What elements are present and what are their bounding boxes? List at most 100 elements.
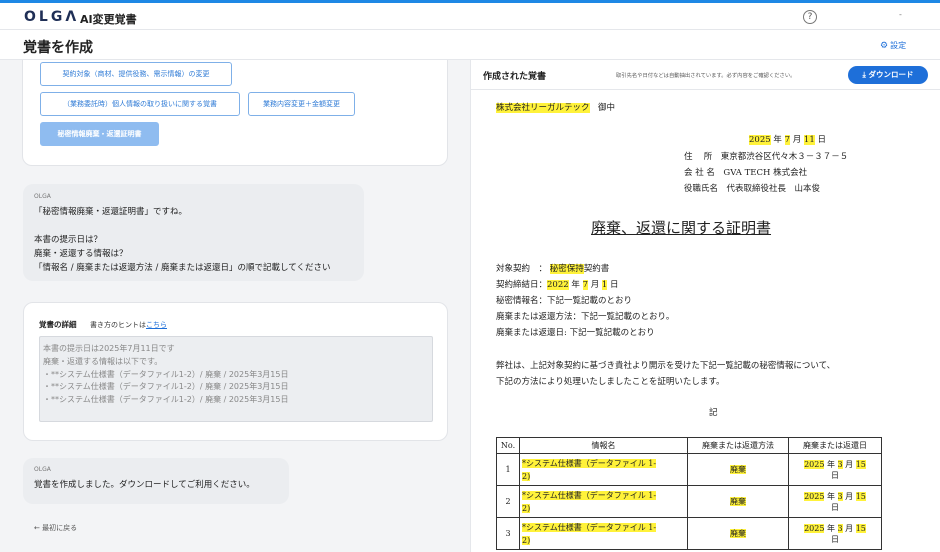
signed-label: 契約締結日： xyxy=(496,280,548,290)
choice-confidential-disposal-certificate[interactable]: 秘密情報廃棄・返還証明書 xyxy=(40,122,159,146)
choice-work-and-amount-change[interactable]: 業務内容変更＋金額変更 xyxy=(248,92,355,116)
unit-month: 月 xyxy=(590,280,600,290)
col-date: 廃棄または返還日 xyxy=(788,437,882,454)
document-panel-header: 作成された覚書 取引先名や日付などは自動抽出されています。必ず内容をご確認くださ… xyxy=(470,60,940,90)
row-date: 2025 年 3 月 15 日 xyxy=(788,485,882,518)
download-button[interactable]: ⤓ ダウンロード xyxy=(848,66,928,84)
table-row: 2 *システム仕様書（データファイル 1- 2) 廃棄 2025 年 3 月 15… xyxy=(496,485,882,518)
row-info-b: 2) xyxy=(522,535,531,545)
row-month: 3 xyxy=(837,523,843,533)
row-year: 2025 xyxy=(804,491,825,501)
row-info-b: 2) xyxy=(522,503,531,513)
addressee-suffix: 御中 xyxy=(598,103,616,113)
row-day-unit: 日 xyxy=(831,470,839,480)
message-sender: OLGA xyxy=(34,193,51,200)
choice-contract-target-change[interactable]: 契約対象（商材、提供役務、需示情報）の変更 xyxy=(40,62,232,86)
row-day-unit: 日 xyxy=(831,502,839,512)
company-value: GVA TECH 株式会社 xyxy=(723,168,808,178)
document-panel-title: 作成された覚書 xyxy=(483,72,547,82)
settings-link[interactable]: ⚙ 設定 xyxy=(880,40,906,51)
addressee-line: 株式会社リーガルテック 御中 xyxy=(496,101,615,113)
details-hint: 書き方のヒントはこちら xyxy=(90,320,167,330)
row-info-a: *システム仕様書（データファイル 1- xyxy=(522,490,657,500)
row-year: 2025 xyxy=(804,459,825,469)
officer-label: 役職氏名 xyxy=(684,184,719,194)
app-name: AI変更覚書 xyxy=(80,13,137,26)
company-label: 会 社 名 xyxy=(684,168,715,178)
table-row: 1 *システム仕様書（データファイル 1- 2) 廃棄 2025 年 3 月 15… xyxy=(496,453,882,486)
row-info-a: *システム仕様書（データファイル 1- xyxy=(522,458,657,468)
issue-month: 7 xyxy=(784,135,790,145)
address-line: 住 所 東京都渋谷区代々木３－３７－５ xyxy=(684,150,848,162)
disposal-table: No. 情報名 廃棄または返還方法 廃棄または返還日 1 *システム仕様書（デー… xyxy=(496,437,882,550)
olga-question-bubble: OLGA 「秘密情報廃棄・返還証明書」ですね。 本書の提示日は？ 廃棄・返還する… xyxy=(23,184,364,281)
document-preview[interactable]: 株式会社リーガルテック 御中 2025 年 7 月 11 日 住 所 東京都渋谷… xyxy=(470,90,940,552)
contract-label: 対象契約 ： xyxy=(496,264,548,274)
row-date: 2025 年 3 月 15 日 xyxy=(788,517,882,550)
chat-panel[interactable]: 契約対象（商材、提供役務、需示情報）の変更 （業務委託時）個人情報の取り扱いに関… xyxy=(0,60,470,552)
document-note: 取引先名や日付などは自動抽出されています。必ず内容をご確認ください。 xyxy=(616,73,796,79)
olga-logo[interactable]: OLGΛ xyxy=(24,9,79,25)
issue-year: 2025 xyxy=(749,135,771,145)
unit-month: 月 xyxy=(845,459,854,469)
row-month: 3 xyxy=(837,459,843,469)
page-bar: 覚書を作成 ⚙ 設定 xyxy=(0,30,940,60)
signed-year: 2022 xyxy=(547,280,569,290)
row-info: *システム仕様書（データファイル 1- 2) xyxy=(519,485,688,518)
officer-value: 代表取締役社長 山本俊 xyxy=(726,184,821,194)
unit-year: 年 xyxy=(773,135,782,145)
choice-personal-info-memo[interactable]: （業務委託時）個人情報の取り扱いに関する覚書 xyxy=(40,92,240,116)
issue-day: 11 xyxy=(803,135,815,145)
method-line: 廃棄または返還方法：下記一覧記載のとおり。 xyxy=(496,312,675,322)
olga-done-bubble: OLGA 覚書を作成しました。ダウンロードしてご利用ください。 xyxy=(23,458,289,504)
row-method-value: 廃棄 xyxy=(730,529,746,538)
settings-label: 設定 xyxy=(890,41,907,50)
page-title: 覚書を作成 xyxy=(23,40,93,56)
row-info-a: *システム仕様書（データファイル 1- xyxy=(522,522,657,532)
contract-highlight: 秘密保持 xyxy=(549,264,584,274)
row-method-value: 廃棄 xyxy=(730,465,746,474)
help-icon[interactable]: ? xyxy=(803,10,817,24)
row-year: 2025 xyxy=(804,523,825,533)
row-info: *システム仕様書（データファイル 1- 2) xyxy=(519,453,688,486)
row-no: 2 xyxy=(496,485,520,518)
contract-rest: 契約書 xyxy=(583,264,610,274)
col-info-name: 情報名 xyxy=(519,437,688,454)
officer-line: 役職氏名 代表取締役社長 山本俊 xyxy=(684,182,820,194)
signed-day: 1 xyxy=(601,280,608,290)
contract-line: 対象契約 ： 秘密保持契約書 xyxy=(496,262,609,274)
row-method: 廃棄 xyxy=(687,453,789,486)
download-label: ダウンロード xyxy=(868,70,914,79)
row-method: 廃棄 xyxy=(687,517,789,550)
row-no: 3 xyxy=(496,517,520,550)
row-day: 15 xyxy=(855,459,866,469)
signed-date-line: 契約締結日：2022 年 7 月 1 日 xyxy=(496,278,619,290)
hint-link[interactable]: こちら xyxy=(146,321,167,329)
company-line: 会 社 名 GVA TECH 株式会社 xyxy=(684,166,807,178)
table-row: 3 *システム仕様書（データファイル 1- 2) 廃棄 2025 年 3 月 15… xyxy=(496,517,882,550)
unit-day: 日 xyxy=(610,280,619,290)
unit-year: 年 xyxy=(571,280,580,290)
row-method: 廃棄 xyxy=(687,485,789,518)
message-sender: OLGA xyxy=(34,466,51,473)
address-value: 東京都渋谷区代々木３－３７－５ xyxy=(720,152,849,162)
hint-prefix: 書き方のヒントは xyxy=(90,321,146,329)
back-to-start-link[interactable]: ← 最初に戻る xyxy=(34,523,77,533)
unit-month: 月 xyxy=(845,491,854,501)
issue-date: 2025 年 7 月 11 日 xyxy=(749,133,826,145)
date-line: 廃棄または返還日: 下記一覧記載のとおり xyxy=(496,328,655,338)
body-line-1: 弊社は、上記対象契約に基づき貴社より開示を受けた下記一覧記載の秘密情報について、 xyxy=(496,361,836,371)
row-day: 15 xyxy=(855,491,866,501)
unit-month: 月 xyxy=(845,523,854,533)
details-input[interactable]: 本書の提示日は2025年7月11日です 廃棄・返還する情報は以下です。 ・**シ… xyxy=(39,336,433,422)
user-menu-caret-icon[interactable]: - xyxy=(899,10,902,19)
top-bar: OLGΛ AI変更覚書 ? - xyxy=(0,0,940,30)
ki-mark: 記 xyxy=(709,408,718,418)
message-text: 覚書を作成しました。ダウンロードしてご利用ください。 xyxy=(34,480,255,490)
row-day-unit: 日 xyxy=(831,534,839,544)
table-header-row: No. 情報名 廃棄または返還方法 廃棄または返還日 xyxy=(496,437,882,454)
unit-year: 年 xyxy=(826,459,835,469)
document-title: 廃棄、返還に関する証明書 xyxy=(591,219,772,237)
row-method-value: 廃棄 xyxy=(730,497,746,506)
unit-year: 年 xyxy=(826,491,835,501)
